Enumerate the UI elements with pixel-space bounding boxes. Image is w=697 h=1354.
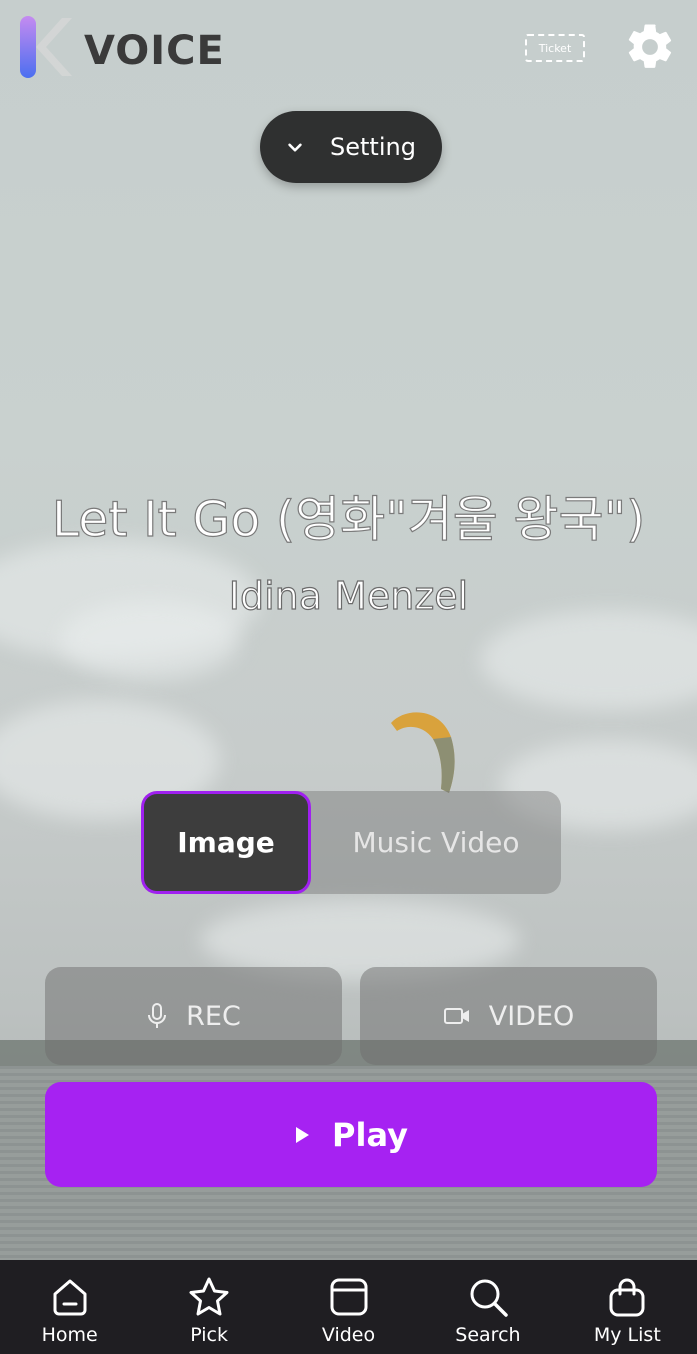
rec-label: REC <box>186 1000 241 1032</box>
chevron-down-icon <box>288 143 302 152</box>
nav-item-home[interactable]: Home <box>0 1260 139 1354</box>
bottom-nav: Home Pick Video Search My List <box>0 1260 697 1354</box>
nav-item-my-list[interactable]: My List <box>558 1260 697 1354</box>
microphone-icon <box>148 1003 167 1028</box>
background-image <box>0 0 697 1260</box>
nav-label-home: Home <box>41 1324 98 1346</box>
nav-item-pick[interactable]: Pick <box>139 1260 278 1354</box>
nav-label-my-list: My List <box>593 1324 661 1346</box>
logo-mark <box>18 14 72 80</box>
nav-label-pick: Pick <box>190 1324 228 1346</box>
song-title: Let It Go (영화"겨울 왕국") <box>51 490 646 548</box>
nav-label-video: Video <box>321 1324 376 1346</box>
nav-label-search: Search <box>455 1324 521 1346</box>
video-camera-icon <box>443 1008 469 1024</box>
setting-label: Setting <box>330 133 416 161</box>
play-label: Play <box>332 1115 408 1154</box>
app-logo: VOICE <box>18 14 225 80</box>
play-icon <box>296 1126 310 1143</box>
play-button[interactable]: Play <box>45 1082 657 1187</box>
nav-item-search[interactable]: Search <box>418 1260 557 1354</box>
toggle-image[interactable]: Image <box>141 791 311 894</box>
nav-item-video[interactable]: Video <box>279 1260 418 1354</box>
gear-icon[interactable] <box>623 20 677 74</box>
ticket-label: Ticket <box>538 41 572 55</box>
toggle-music-video[interactable]: Music Video <box>311 791 561 894</box>
kite-image <box>391 712 455 793</box>
video-tab-icon <box>330 1278 368 1316</box>
home-icon <box>53 1279 87 1316</box>
rec-button[interactable]: REC <box>45 967 342 1065</box>
app-name: VOICE <box>84 28 225 74</box>
artist-name: Idina Menzel <box>228 573 469 618</box>
setting-toggle-button[interactable]: Setting <box>260 111 442 183</box>
media-type-toggle: Image Music Video <box>141 791 561 894</box>
video-label: VIDEO <box>488 1000 575 1032</box>
search-icon <box>470 1279 508 1317</box>
bag-icon <box>609 1278 645 1317</box>
star-icon <box>189 1277 229 1316</box>
ticket-button[interactable]: Ticket <box>525 34 585 62</box>
video-record-button[interactable]: VIDEO <box>360 967 657 1065</box>
